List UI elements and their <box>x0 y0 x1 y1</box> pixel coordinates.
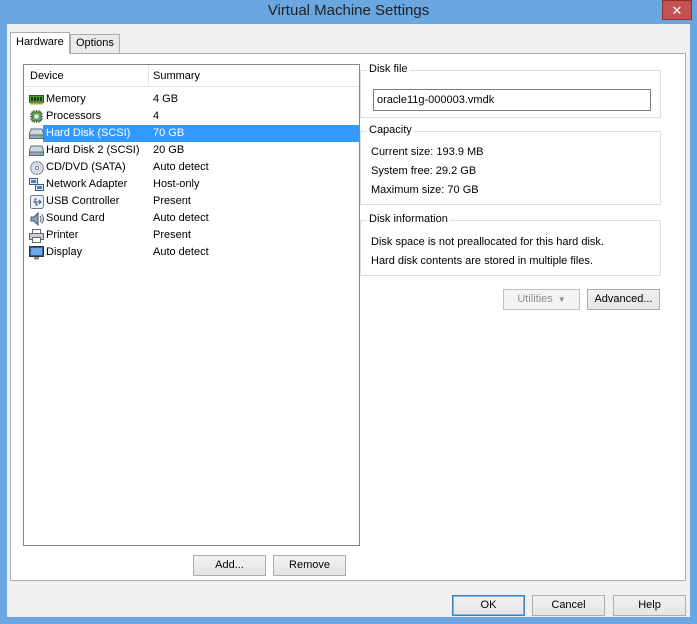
tab-hardware-label: Hardware <box>16 36 64 48</box>
device-summary: 4 GB <box>153 93 179 105</box>
device-row-display[interactable]: Display Auto detect <box>24 244 359 261</box>
device-name: Memory <box>46 93 86 105</box>
title-bar[interactable]: Virtual Machine Settings ✕ <box>0 0 697 24</box>
device-row-hard-disk-scsi[interactable]: Hard Disk (SCSI) 70 GB <box>24 125 359 142</box>
cancel-button[interactable]: Cancel <box>532 595 605 616</box>
hardware-tab-panel: Device Summary Memory 4 GB Processors 4 … <box>10 53 686 581</box>
help-button[interactable]: Help <box>613 595 686 616</box>
processor-icon <box>29 109 44 124</box>
settings-window: Virtual Machine Settings ✕ Hardware Opti… <box>0 0 697 624</box>
device-summary: 70 GB <box>153 127 185 139</box>
usb-icon <box>29 194 44 209</box>
tab-options[interactable]: Options <box>70 34 120 53</box>
hard-disk-icon <box>29 143 44 158</box>
chevron-down-icon: ▼ <box>557 295 566 304</box>
capacity-group: Capacity Current size: 193.9 MB System f… <box>360 124 661 205</box>
capacity-title: Capacity <box>367 124 414 136</box>
device-summary: Present <box>153 229 191 241</box>
column-header-summary[interactable]: Summary <box>153 70 200 82</box>
device-summary: Present <box>153 195 191 207</box>
device-name: CD/DVD (SATA) <box>46 161 126 173</box>
device-summary: 20 GB <box>153 144 185 156</box>
system-free-text: System free: 29.2 GB <box>371 165 477 177</box>
device-name: Printer <box>46 229 79 241</box>
column-separator[interactable] <box>148 65 149 86</box>
device-row-usb-controller[interactable]: USB Controller Present <box>24 193 359 210</box>
cd-dvd-icon <box>29 160 44 175</box>
device-row-hard-disk-2-scsi[interactable]: Hard Disk 2 (SCSI) 20 GB <box>24 142 359 159</box>
add-button[interactable]: Add... <box>193 555 266 576</box>
network-adapter-icon <box>29 177 44 192</box>
maximum-size-text: Maximum size: 70 GB <box>371 184 479 196</box>
printer-icon <box>29 228 44 243</box>
disk-information-group: Disk information Disk space is not preal… <box>360 213 661 276</box>
device-summary: 4 <box>153 110 160 122</box>
device-rows: Memory 4 GB Processors 4 Hard Disk (SCSI… <box>24 91 359 261</box>
device-name: Processors <box>46 110 102 122</box>
device-row-printer[interactable]: Printer Present <box>24 227 359 244</box>
device-name: Network Adapter <box>46 178 128 190</box>
device-name: Hard Disk 2 (SCSI) <box>46 144 140 156</box>
disk-file-group: Disk file <box>360 63 661 118</box>
device-summary: Auto detect <box>153 161 209 173</box>
device-summary: Auto detect <box>153 212 209 224</box>
utilities-label: Utilities <box>517 293 553 305</box>
advanced-button[interactable]: Advanced... <box>587 289 660 310</box>
device-row-network-adapter[interactable]: Network Adapter Host-only <box>24 176 359 193</box>
device-row-cd-dvd-sata[interactable]: CD/DVD (SATA) Auto detect <box>24 159 359 176</box>
tab-hardware[interactable]: Hardware <box>10 32 70 54</box>
device-row-memory[interactable]: Memory 4 GB <box>24 91 359 108</box>
remove-button[interactable]: Remove <box>273 555 346 576</box>
disk-info-line-2: Hard disk contents are stored in multipl… <box>371 255 593 267</box>
memory-icon <box>29 92 44 107</box>
device-name: Sound Card <box>46 212 105 224</box>
device-summary: Auto detect <box>153 246 209 258</box>
disk-file-title: Disk file <box>367 63 410 75</box>
close-icon: ✕ <box>671 3 683 18</box>
device-list[interactable]: Device Summary Memory 4 GB Processors 4 … <box>23 64 360 546</box>
close-button[interactable]: ✕ <box>662 0 692 20</box>
current-size-text: Current size: 193.9 MB <box>371 146 484 158</box>
sound-card-icon <box>29 211 44 226</box>
device-row-sound-card[interactable]: Sound Card Auto detect <box>24 210 359 227</box>
tab-options-label: Options <box>76 37 114 49</box>
device-list-header: Device Summary <box>24 65 359 87</box>
window-title: Virtual Machine Settings <box>267 2 430 19</box>
disk-file-input[interactable] <box>373 89 651 111</box>
device-name: USB Controller <box>46 195 120 207</box>
column-header-device[interactable]: Device <box>30 70 64 82</box>
ok-button[interactable]: OK <box>452 595 525 616</box>
hard-disk-icon <box>29 126 44 141</box>
disk-info-line-1: Disk space is not preallocated for this … <box>371 236 604 248</box>
device-row-processors[interactable]: Processors 4 <box>24 108 359 125</box>
device-name: Display <box>46 246 83 258</box>
disk-information-title: Disk information <box>367 213 450 225</box>
dialog-client-area: Hardware Options Device Summary Memory 4… <box>7 24 690 617</box>
device-name: Hard Disk (SCSI) <box>46 127 131 139</box>
device-summary: Host-only <box>153 178 200 190</box>
utilities-button[interactable]: Utilities ▼ <box>503 289 580 310</box>
display-icon <box>29 245 44 260</box>
